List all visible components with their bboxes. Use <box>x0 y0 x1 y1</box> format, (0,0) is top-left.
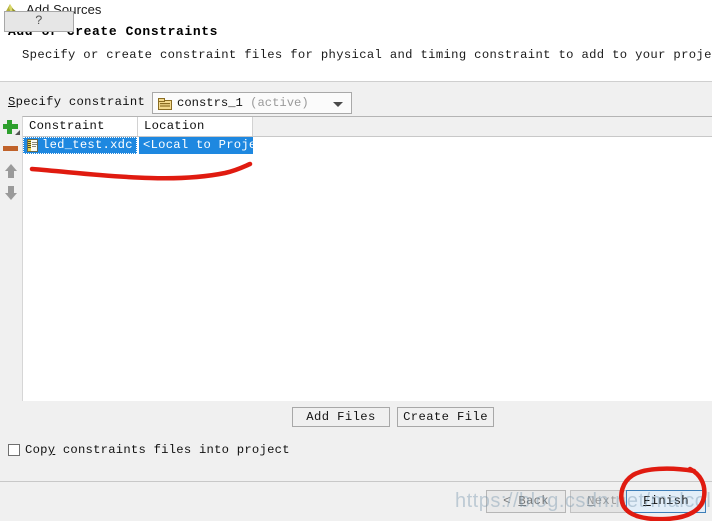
constraint-file-name: led_test.xdc <box>42 138 133 152</box>
constraint-set-state: (active) <box>250 96 309 110</box>
finish-label-accel: F <box>643 494 651 508</box>
arrow-up-stem <box>8 171 14 178</box>
column-header-constraint-file[interactable]: Constraint File <box>23 117 138 152</box>
plus-icon-v <box>7 120 12 134</box>
arrow-down-icon <box>5 193 17 200</box>
finish-button[interactable]: Finish <box>626 490 706 513</box>
dropdown-corner-icon <box>15 130 20 135</box>
move-up-button[interactable] <box>2 162 20 180</box>
back-label-pre: < <box>503 494 519 508</box>
constraint-set-row: Specify constraint set: constrs_1 (activ… <box>0 92 712 114</box>
back-label-accel: B <box>518 494 526 508</box>
cell-location[interactable]: <Local to Project> <box>139 137 253 154</box>
add-files-button[interactable]: Add Files <box>292 407 390 427</box>
chevron-down-icon[interactable] <box>333 102 343 107</box>
help-button[interactable]: ? <box>4 11 74 32</box>
copy-constraints-checkbox[interactable] <box>8 444 20 456</box>
cell-constraint-file[interactable]: led_test.xdc <box>23 137 137 154</box>
copy-constraints-label: Copy constraints files into project <box>25 443 290 457</box>
copy-constraints-option[interactable]: Copy constraints files into project <box>8 443 290 457</box>
table-header-row: Constraint File Location <box>23 117 712 152</box>
constraint-set-value: constrs_1 (active) <box>177 96 309 110</box>
title-bar: Add Sources <box>0 0 712 18</box>
back-label-post: ack <box>526 494 549 508</box>
remove-file-button[interactable] <box>2 140 20 158</box>
copy-label-pre: Cop <box>25 443 48 457</box>
constraint-files-table: Constraint File Location <box>22 116 712 401</box>
file-list-toolbar <box>0 118 22 208</box>
move-down-button[interactable] <box>2 184 20 202</box>
header-area: Add or Create Constraints Specify or cre… <box>0 18 712 82</box>
xdc-file-icon <box>27 139 38 152</box>
copy-label-post: constraints files into project <box>55 443 290 457</box>
constraint-set-dropdown[interactable]: constrs_1 (active) <box>152 92 352 114</box>
arrow-down-stem <box>8 186 14 193</box>
page-subtitle: Specify or create constraint files for p… <box>22 48 712 62</box>
back-button[interactable]: < Back <box>486 490 566 513</box>
arrow-up-icon <box>5 164 17 171</box>
minus-icon <box>3 146 18 151</box>
add-sources-dialog: Add Sources Add or Create Constraints Sp… <box>0 0 712 521</box>
column-header-location[interactable]: Location <box>138 117 253 136</box>
constraint-set-name: constrs_1 <box>177 96 243 110</box>
constraint-set-label-accel: S <box>8 95 16 109</box>
add-file-button[interactable] <box>2 118 20 136</box>
create-file-button[interactable]: Create File <box>397 407 494 427</box>
next-label-accel: N <box>587 494 595 508</box>
header-divider <box>0 81 712 82</box>
folder-icon <box>158 97 172 110</box>
finish-label-post: inish <box>650 494 689 508</box>
